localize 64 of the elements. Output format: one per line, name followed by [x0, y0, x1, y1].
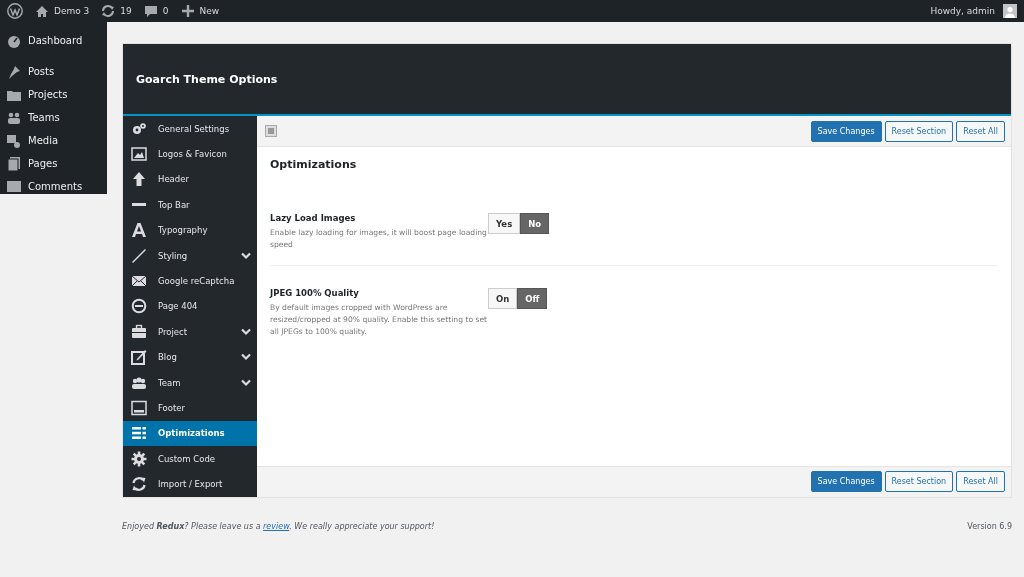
reset-button[interactable]: Reset Section [884, 471, 954, 493]
sidebar-item[interactable]: Footer [123, 395, 257, 421]
refresh-icon [131, 476, 147, 493]
section-title: Optimizations [270, 158, 358, 171]
pages-icon[interactable] [6, 155, 22, 172]
refresh-icon[interactable] [101, 4, 116, 18]
menu-item[interactable]: Dashboard [28, 35, 83, 46]
reset-button[interactable]: Reset All [956, 471, 1005, 493]
reset-button[interactable]: Reset Section [884, 120, 954, 142]
reset-button[interactable]: Reset All [956, 120, 1005, 142]
menu-item[interactable]: Teams [28, 112, 60, 123]
sidebar-item[interactable]: Top Bar [123, 192, 257, 218]
gears-icon [131, 120, 147, 137]
minus-circle-icon [131, 298, 147, 315]
group-icon [131, 374, 147, 391]
media-icon[interactable] [6, 132, 22, 149]
image-icon [131, 146, 147, 163]
wordpress-logo-icon[interactable] [7, 3, 23, 19]
save-button[interactable]: Save Changes [810, 471, 882, 493]
menu-item[interactable]: Projects [28, 89, 68, 100]
pin-icon[interactable] [6, 63, 22, 80]
site-link[interactable]: Demo 3 [54, 6, 90, 16]
version-text: Version 6.9 [967, 521, 1012, 531]
sidebar-item[interactable]: Header [123, 166, 257, 193]
sidebar-item[interactable]: General Settings [123, 116, 257, 142]
toggle-option[interactable]: Off [517, 288, 548, 309]
sidebar-item[interactable]: Page 404 [123, 293, 257, 320]
edit-icon [131, 349, 147, 366]
panel-title: Goarch Theme Options [136, 72, 278, 86]
toggle-option[interactable]: Yes [488, 213, 521, 234]
up-arrow-icon [131, 171, 147, 188]
sidebar-item[interactable]: Google reCaptcha [123, 268, 257, 294]
brush-icon [131, 247, 147, 264]
footer-note: Enjoyed Redux? Please leave us a review. We really appreciate your support! [122, 521, 435, 531]
setting-title: Lazy Load Images [270, 213, 357, 223]
footer-icon [131, 400, 147, 416]
gear-icon [131, 450, 147, 467]
home-icon[interactable] [35, 4, 49, 18]
greeting-link[interactable]: Howdy, admin [930, 6, 995, 16]
sidebar-item[interactable]: Team [123, 369, 257, 396]
sidebar-item[interactable]: Import / Export [123, 471, 257, 497]
bar-icon [132, 203, 146, 207]
plus-icon[interactable] [180, 4, 195, 18]
sidebar-item[interactable]: Optimizations [123, 420, 257, 447]
sidebar-item[interactable]: Blog [123, 344, 257, 370]
briefcase-icon [131, 323, 147, 340]
save-button[interactable]: Save Changes [810, 120, 882, 142]
sidebar-item[interactable]: Logos & Favicon [123, 141, 257, 167]
comments-link[interactable]: 0 [162, 6, 169, 16]
sidebar-item[interactable]: Custom Code [123, 446, 257, 472]
sidebar-item[interactable]: Project [123, 319, 257, 345]
new-link[interactable]: New [199, 6, 220, 16]
toggle-option[interactable]: No [520, 213, 550, 234]
sidebar-item[interactable]: Styling [123, 242, 257, 269]
toggle-option[interactable]: On [488, 288, 518, 309]
typography-icon [131, 222, 147, 239]
menu-item[interactable]: Comments [28, 181, 83, 192]
menu-item[interactable]: Posts [28, 66, 55, 77]
sidebar-item[interactable]: Typography [123, 217, 257, 243]
menu-item[interactable]: Media [28, 135, 59, 146]
updates-link[interactable]: 19 [120, 6, 132, 16]
menu-item[interactable]: Pages [28, 158, 58, 169]
list-icon [131, 425, 147, 442]
setting-title: JPEG 100% Quality [270, 288, 360, 298]
